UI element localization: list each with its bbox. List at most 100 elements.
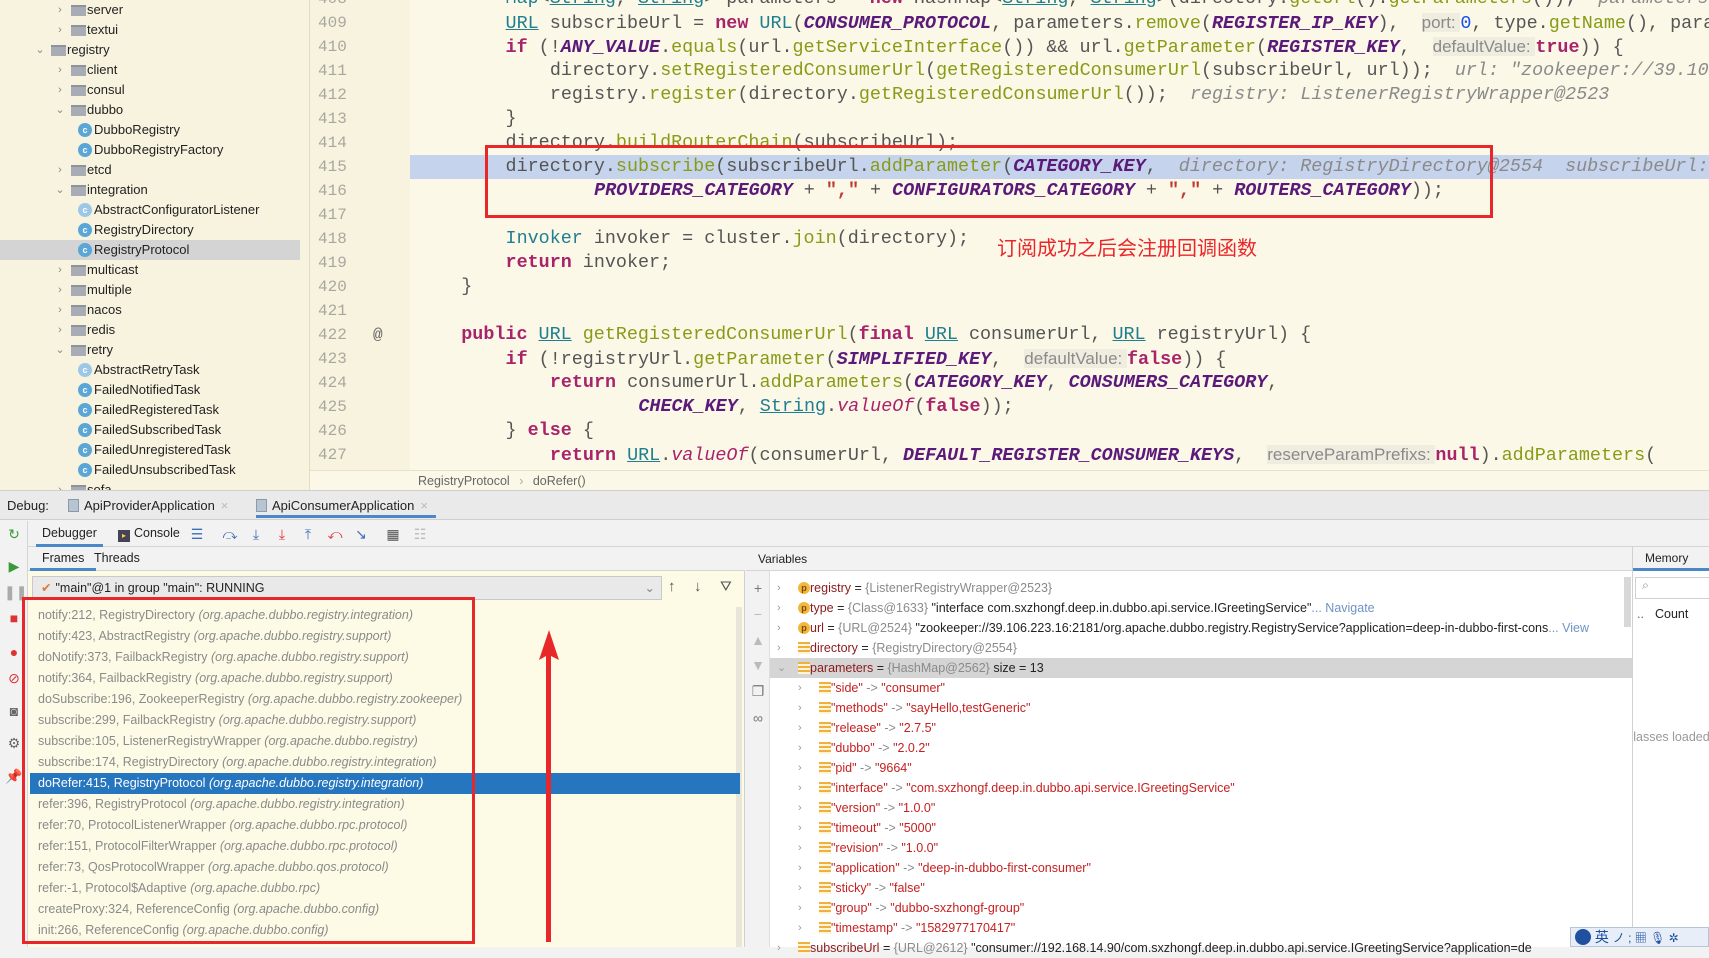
previous-frame-icon[interactable]: ↑ [668,578,676,595]
chevron-right-icon[interactable]: › [777,598,781,618]
chevron-right-icon[interactable]: › [54,320,66,340]
force-step-into-icon[interactable]: ⤓ [272,524,292,544]
close-icon[interactable]: × [221,498,229,513]
trace-icon[interactable]: ☷ [410,524,430,544]
mute-breakpoints-icon[interactable]: ⊘ [4,668,24,688]
tree-item-failedsubscribedtask[interactable]: c FailedSubscribedTask [0,420,300,440]
tree-item-sofa[interactable]: › sofa [0,480,300,490]
step-into-icon[interactable]: ⤓ [246,524,266,544]
tree-item-failedunregisteredtask[interactable]: c FailedUnregisteredTask [0,440,300,460]
count-column-header[interactable]: Count [1655,607,1688,621]
variable-row[interactable]: › "application" -> "deep-in-dubbo-first-c… [770,858,1632,878]
session-tab-provider[interactable]: ApiProviderApplication × [68,496,228,518]
variable-row[interactable]: › "side" -> "consumer" [770,678,1632,698]
chevron-right-icon[interactable]: › [798,898,802,918]
variable-row[interactable]: ⌄ parameters = {HashMap@2562} size = 13 [770,658,1632,678]
gear-icon[interactable]: ⚙ [4,733,24,753]
camera-icon[interactable]: ◙ [4,701,24,721]
line-number[interactable]: 425 [318,395,358,419]
chevron-down-icon[interactable]: ⌄ [777,658,786,678]
tree-item-integration[interactable]: ⌄ integration [0,180,300,200]
chevron-right-icon[interactable]: › [54,260,66,280]
view-breakpoints-icon[interactable]: ● [4,642,24,662]
variable-link[interactable]: ... Navigate [1311,601,1374,615]
tree-item-failedregisteredtask[interactable]: c FailedRegisteredTask [0,400,300,420]
line-number[interactable]: 426 [318,419,358,443]
tree-item-textui[interactable]: › textui [0,20,300,40]
chevron-right-icon[interactable]: › [798,758,802,778]
line-number[interactable]: 414 [318,131,358,155]
tree-item-redis[interactable]: › redis [0,320,300,340]
line-number[interactable]: 413 [318,107,358,131]
run-to-cursor-icon[interactable]: ↘ [351,524,371,544]
glasses-icon[interactable]: ∞ [748,708,768,728]
variable-row[interactable]: › "version" -> "1.0.0" [770,798,1632,818]
tree-item-dubboregistry[interactable]: c DubboRegistry [0,120,300,140]
variable-row[interactable]: › "group" -> "dubbo-sxzhongf-group" [770,898,1632,918]
chevron-right-icon[interactable]: › [798,738,802,758]
variable-row[interactable]: › p registry = {ListenerRegistryWrapper@25… [770,578,1632,598]
chevron-down-icon[interactable]: ⌄ [34,40,46,60]
chevron-right-icon[interactable]: › [798,718,802,738]
chevron-down-icon[interactable]: ⌄ [54,340,66,360]
tree-item-abstractretrytask[interactable]: c AbstractRetryTask [0,360,300,380]
next-frame-icon[interactable]: ↓ [694,578,702,595]
move-up-icon[interactable]: ▲ [748,630,768,650]
line-number[interactable]: 427 [318,443,358,467]
memory-tab[interactable]: Memory [1633,547,1709,571]
chevron-right-icon[interactable]: › [798,918,802,938]
tree-item-failedunsubscribedtask[interactable]: c FailedUnsubscribedTask [0,460,300,480]
pin-icon[interactable]: 📌 [4,766,24,786]
line-number[interactable]: 412 [318,83,358,107]
move-down-icon[interactable]: ▼ [748,655,768,675]
step-out-icon[interactable]: ⤒ [298,524,318,544]
line-number[interactable]: 421 [318,299,358,323]
add-watch-icon[interactable]: + [748,578,768,598]
chevron-right-icon[interactable]: › [54,20,66,40]
chevron-right-icon[interactable]: › [777,938,781,958]
line-number[interactable]: 417 [318,203,358,227]
chevron-right-icon[interactable]: › [54,80,66,100]
variable-row[interactable]: › "revision" -> "1.0.0" [770,838,1632,858]
tree-item-registry[interactable]: ⌄ registry [0,40,300,60]
variable-row[interactable]: › "dubbo" -> "2.0.2" [770,738,1632,758]
variable-row[interactable]: › directory = {RegistryDirectory@2554} [770,638,1632,658]
ime-language[interactable]: 英 [1595,929,1609,945]
pause-icon[interactable]: ❚❚ [4,582,27,602]
rerun-icon[interactable]: ↻ [4,524,24,544]
drop-frame-icon[interactable]: ⤺ [325,524,345,544]
tree-item-multicast[interactable]: › multicast [0,260,300,280]
debugger-tab[interactable]: Debugger [36,521,103,547]
tree-item-registrydirectory[interactable]: c RegistryDirectory [0,220,300,240]
line-number[interactable]: 410 [318,35,358,59]
remove-watch-icon[interactable]: − [748,604,768,624]
chevron-right-icon[interactable]: › [54,300,66,320]
variable-row[interactable]: › p type = {Class@1633} "interface com.sxz… [770,598,1632,618]
copy-icon[interactable]: ❐ [748,681,768,701]
chevron-right-icon[interactable]: › [798,838,802,858]
chevron-right-icon[interactable]: › [798,878,802,898]
chevron-right-icon[interactable]: › [798,678,802,698]
breadcrumb-class[interactable]: RegistryProtocol [418,474,510,488]
chevron-right-icon[interactable]: › [798,698,802,718]
chevron-right-icon[interactable]: › [54,280,66,300]
console-tab[interactable]: ▸ Console [118,521,180,547]
tree-item-failednotifiedtask[interactable]: c FailedNotifiedTask [0,380,300,400]
line-number[interactable]: 408 [318,0,358,11]
line-number[interactable]: 418 [318,227,358,251]
variable-row[interactable]: › "pid" -> "9664" [770,758,1632,778]
evaluate-expression-icon[interactable]: ▦ [383,524,403,544]
step-over-icon[interactable]: ⤼ [220,524,240,544]
variable-row[interactable]: › subscribeUrl = {URL@2612} "consumer://1… [770,938,1632,958]
ime-tools[interactable]: ノ ; ▦ 🎙 ✲ [1613,931,1679,945]
chevron-down-icon[interactable]: ⌄ [54,100,66,120]
chevron-right-icon[interactable]: › [798,818,802,838]
tree-item-etcd[interactable]: › etcd [0,160,300,180]
tree-item-consul[interactable]: › consul [0,80,300,100]
stop-icon[interactable]: ■ [4,608,24,628]
line-number[interactable]: 409 [318,11,358,35]
chevron-right-icon[interactable]: › [777,618,781,638]
variable-link[interactable]: ... View [1548,621,1589,635]
chevron-down-icon[interactable]: ⌄ [54,180,66,200]
tree-item-multiple[interactable]: › multiple [0,280,300,300]
